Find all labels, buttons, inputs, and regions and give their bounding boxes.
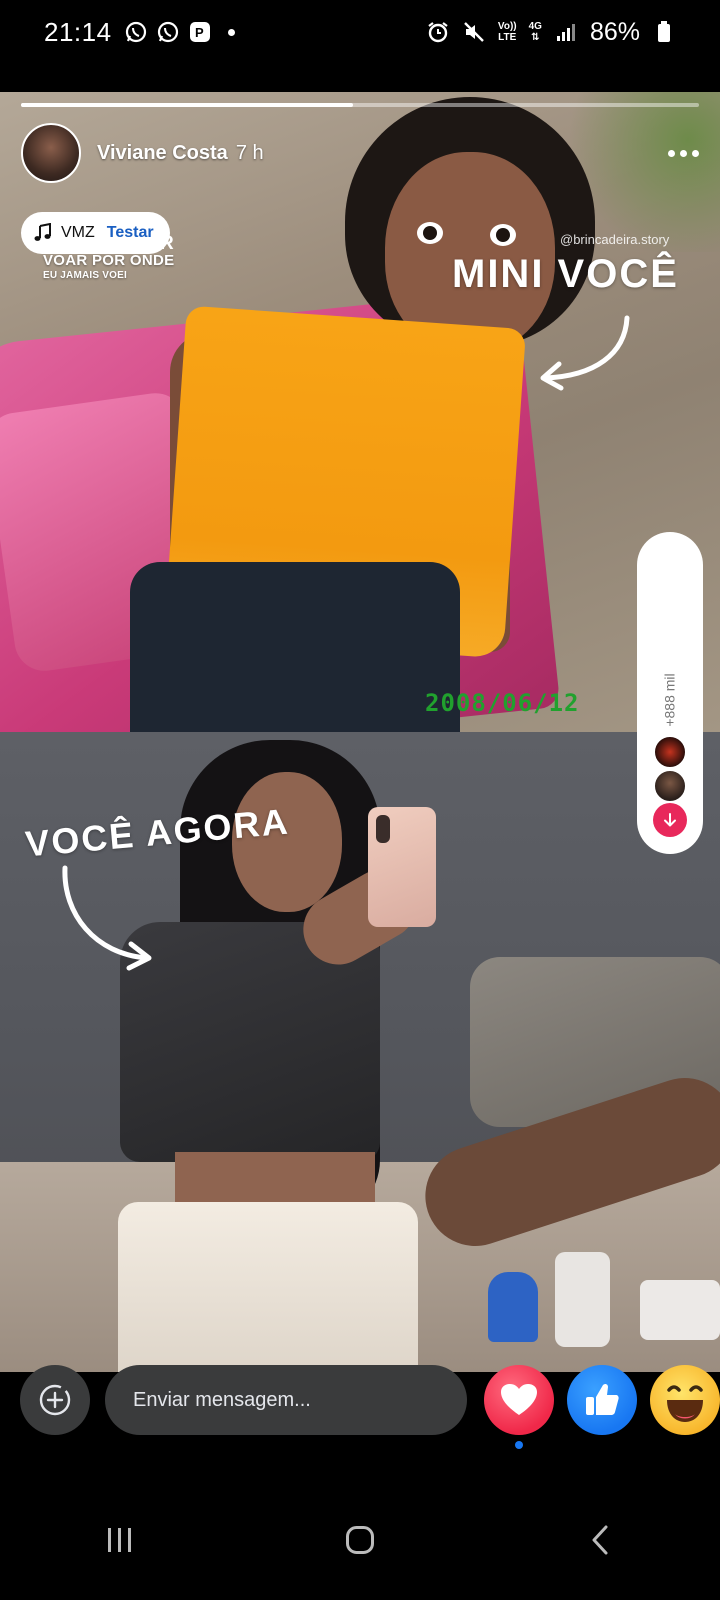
- message-input[interactable]: Enviar mensagem...: [105, 1365, 467, 1435]
- story-header: Viviane Costa 7 h: [21, 123, 699, 183]
- battery-percent: 86%: [589, 17, 640, 46]
- story-progress-fill: [21, 103, 354, 107]
- home-button[interactable]: [330, 1510, 390, 1570]
- expand-reactions-button[interactable]: [653, 803, 687, 837]
- lyrics-text: VOAR POR ONDE EU JAMAIS VOEI: [43, 253, 174, 281]
- dot-icon: [680, 149, 687, 157]
- signal-icon: [554, 20, 578, 44]
- volte-indicator: Vo)) LTE: [498, 21, 517, 43]
- story-photo-bottom: VOCÊ AGORA: [0, 732, 720, 1372]
- music-note-icon: [34, 223, 51, 241]
- data-label: 4G: [528, 21, 542, 32]
- dot-icon: [668, 149, 675, 157]
- dot-icon: [692, 149, 699, 157]
- reactor-avatar: [653, 769, 687, 803]
- heart-icon: [501, 1384, 537, 1415]
- more-notifications-dot: [227, 28, 235, 36]
- cream-jar: [640, 1280, 720, 1340]
- music-title: VMZ: [61, 224, 95, 241]
- story-progress-bar: [21, 103, 699, 107]
- add-circle-icon: [39, 1384, 71, 1416]
- data-arrows-icon: ⇅: [531, 32, 540, 43]
- recents-button[interactable]: [90, 1510, 150, 1570]
- blue-bottle: [488, 1272, 538, 1342]
- curved-arrow-icon: [540, 315, 630, 391]
- lyric-line-1: VOAR POR ONDE: [43, 252, 175, 269]
- girl-eye-left: [417, 222, 443, 244]
- add-button[interactable]: [20, 1365, 90, 1435]
- white-shorts: [118, 1202, 418, 1372]
- love-reaction-button[interactable]: [484, 1365, 554, 1435]
- whatsapp-icon: [156, 20, 180, 44]
- home-icon: [346, 1526, 374, 1554]
- girl-jeans: [130, 562, 460, 732]
- whatsapp-icon: [124, 20, 148, 44]
- reactor-avatar: [653, 735, 687, 769]
- reaction-count: +888 mil: [659, 655, 681, 745]
- haha-reaction-button[interactable]: [650, 1365, 720, 1435]
- phone-camera: [376, 815, 390, 843]
- reaction-count-label: +888 mil: [662, 673, 678, 727]
- parking-app-icon: P: [188, 20, 212, 44]
- svg-text:P: P: [195, 25, 204, 40]
- status-bar: 21:14 P Vo)) LTE 4G ⇅ 86%: [0, 0, 720, 64]
- back-button[interactable]: [570, 1510, 630, 1570]
- photo-date-stamp: 2008/06/12: [425, 689, 580, 717]
- lte-label: LTE: [498, 32, 517, 43]
- music-try-button[interactable]: Testar: [107, 224, 154, 242]
- music-sticker[interactable]: VMZ Testar: [21, 212, 170, 254]
- mute-icon: [462, 20, 486, 44]
- laughing-face-icon: [667, 1385, 703, 1422]
- smartphone: [368, 807, 436, 927]
- arrow-down-icon: [664, 813, 676, 827]
- like-reaction-button[interactable]: [567, 1365, 637, 1435]
- data-indicator: 4G ⇅: [529, 21, 542, 43]
- caption-mini-voce: MINI VOCÊ: [452, 252, 679, 296]
- back-icon: [592, 1525, 608, 1555]
- curved-arrow-icon: [62, 865, 152, 971]
- alarm-icon: [426, 20, 450, 44]
- selected-indicator: [515, 1441, 523, 1449]
- message-placeholder: Enviar mensagem...: [133, 1388, 311, 1411]
- avatar[interactable]: [21, 123, 81, 183]
- author-name[interactable]: Viviane Costa: [97, 142, 228, 165]
- story-photo-top: @brincadeira.story MINI VOCÊ 2008/06/12: [0, 92, 720, 732]
- story-viewer[interactable]: @brincadeira.story MINI VOCÊ 2008/06/12 …: [0, 92, 720, 1372]
- lyric-line-2: EU JAMAIS VOEI: [43, 270, 127, 281]
- volte-label: Vo)): [497, 21, 517, 32]
- notification-icons: P: [124, 20, 235, 44]
- system-icons: Vo)) LTE 4G ⇅ 86%: [426, 18, 676, 47]
- status-time: 21:14: [44, 16, 112, 47]
- more-options-button[interactable]: [668, 142, 699, 165]
- watermark: @brincadeira.story: [560, 232, 670, 247]
- thumbs-up-icon: [586, 1383, 619, 1415]
- system-nav-bar: [0, 1480, 720, 1600]
- story-time: 7 h: [235, 141, 264, 164]
- recents-icon: [108, 1528, 131, 1552]
- girl-eye-right: [490, 224, 516, 246]
- battery-icon: [652, 20, 676, 44]
- pump-bottle: [555, 1252, 610, 1347]
